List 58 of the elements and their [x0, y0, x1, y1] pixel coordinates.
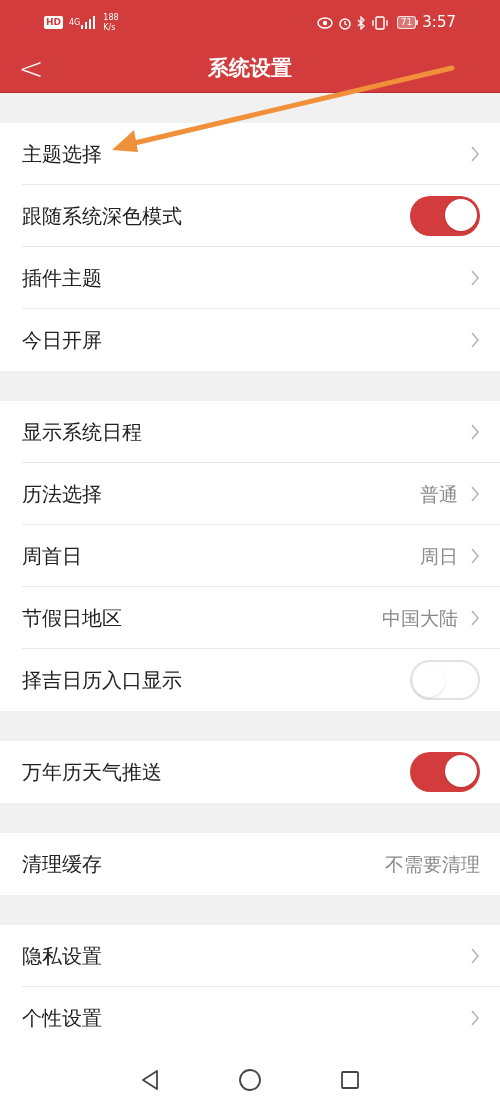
settings-row[interactable]: 择吉日历入口显示 — [0, 649, 500, 711]
alarm-icon — [337, 15, 352, 30]
settings-row[interactable]: 个性设置 — [0, 987, 500, 1049]
chevron-icon — [470, 269, 480, 287]
row-label: 节假日地区 — [22, 605, 123, 632]
row-label: 今日开屏 — [22, 327, 103, 354]
chevron-icon — [470, 547, 480, 565]
settings-row[interactable]: 历法选择 普通 — [0, 463, 500, 525]
page-title: 系统设置 — [208, 54, 292, 82]
recents-icon[interactable] — [340, 1070, 360, 1090]
chevron-icon — [470, 947, 480, 965]
speed-value: 188 — [103, 12, 119, 23]
row-label: 周首日 — [22, 543, 83, 570]
settings-row[interactable]: 万年历天气推送 — [0, 741, 500, 803]
row-value: 中国大陆 — [382, 605, 458, 631]
bluetooth-icon — [356, 15, 365, 30]
clock-time: 3:57 — [422, 12, 456, 34]
settings-row[interactable]: 清理缓存 不需要清理 — [0, 833, 500, 895]
row-label: 隐私设置 — [22, 943, 103, 970]
row-label: 插件主题 — [22, 265, 103, 292]
chevron-icon — [470, 331, 480, 349]
home-icon[interactable] — [238, 1068, 262, 1092]
chevron-icon — [470, 485, 480, 503]
row-label: 择吉日历入口显示 — [22, 667, 183, 694]
row-label: 万年历天气推送 — [22, 759, 163, 786]
toggle-switch[interactable] — [410, 752, 480, 792]
settings-row[interactable]: 插件主题 — [0, 247, 500, 309]
row-label: 显示系统日程 — [22, 419, 143, 446]
signal-icon — [81, 16, 96, 29]
row-label: 跟随系统深色模式 — [22, 203, 183, 230]
row-label: 清理缓存 — [22, 851, 103, 878]
row-label: 主题选择 — [22, 141, 103, 168]
row-value: 周日 — [420, 543, 458, 569]
back-icon[interactable] — [140, 1069, 160, 1091]
settings-row[interactable]: 显示系统日程 — [0, 401, 500, 463]
row-label: 历法选择 — [22, 481, 103, 508]
network-label: 4G — [69, 16, 81, 29]
row-value: 不需要清理 — [385, 851, 480, 877]
back-button[interactable]: < — [16, 53, 46, 84]
vibrate-icon — [370, 15, 389, 30]
row-label: 个性设置 — [22, 1005, 103, 1032]
chevron-icon — [470, 1009, 480, 1027]
settings-row[interactable]: 周首日 周日 — [0, 525, 500, 587]
chevron-icon — [470, 423, 480, 441]
toggle-switch[interactable] — [410, 660, 480, 700]
settings-row[interactable]: 隐私设置 — [0, 925, 500, 987]
toggle-switch[interactable] — [410, 196, 480, 236]
settings-row[interactable]: 今日开屏 — [0, 309, 500, 371]
hd-badge: HD — [44, 15, 63, 30]
settings-row[interactable]: 节假日地区 中国大陆 — [0, 587, 500, 649]
speed-unit: K/s — [103, 22, 117, 33]
chevron-icon — [470, 145, 480, 163]
eye-icon — [316, 16, 333, 29]
chevron-icon — [470, 609, 480, 627]
settings-row[interactable]: 跟随系统深色模式 — [0, 185, 500, 247]
battery-level: 71 — [396, 16, 417, 29]
settings-row[interactable]: 主题选择 — [0, 123, 500, 185]
row-value: 普通 — [420, 481, 458, 507]
